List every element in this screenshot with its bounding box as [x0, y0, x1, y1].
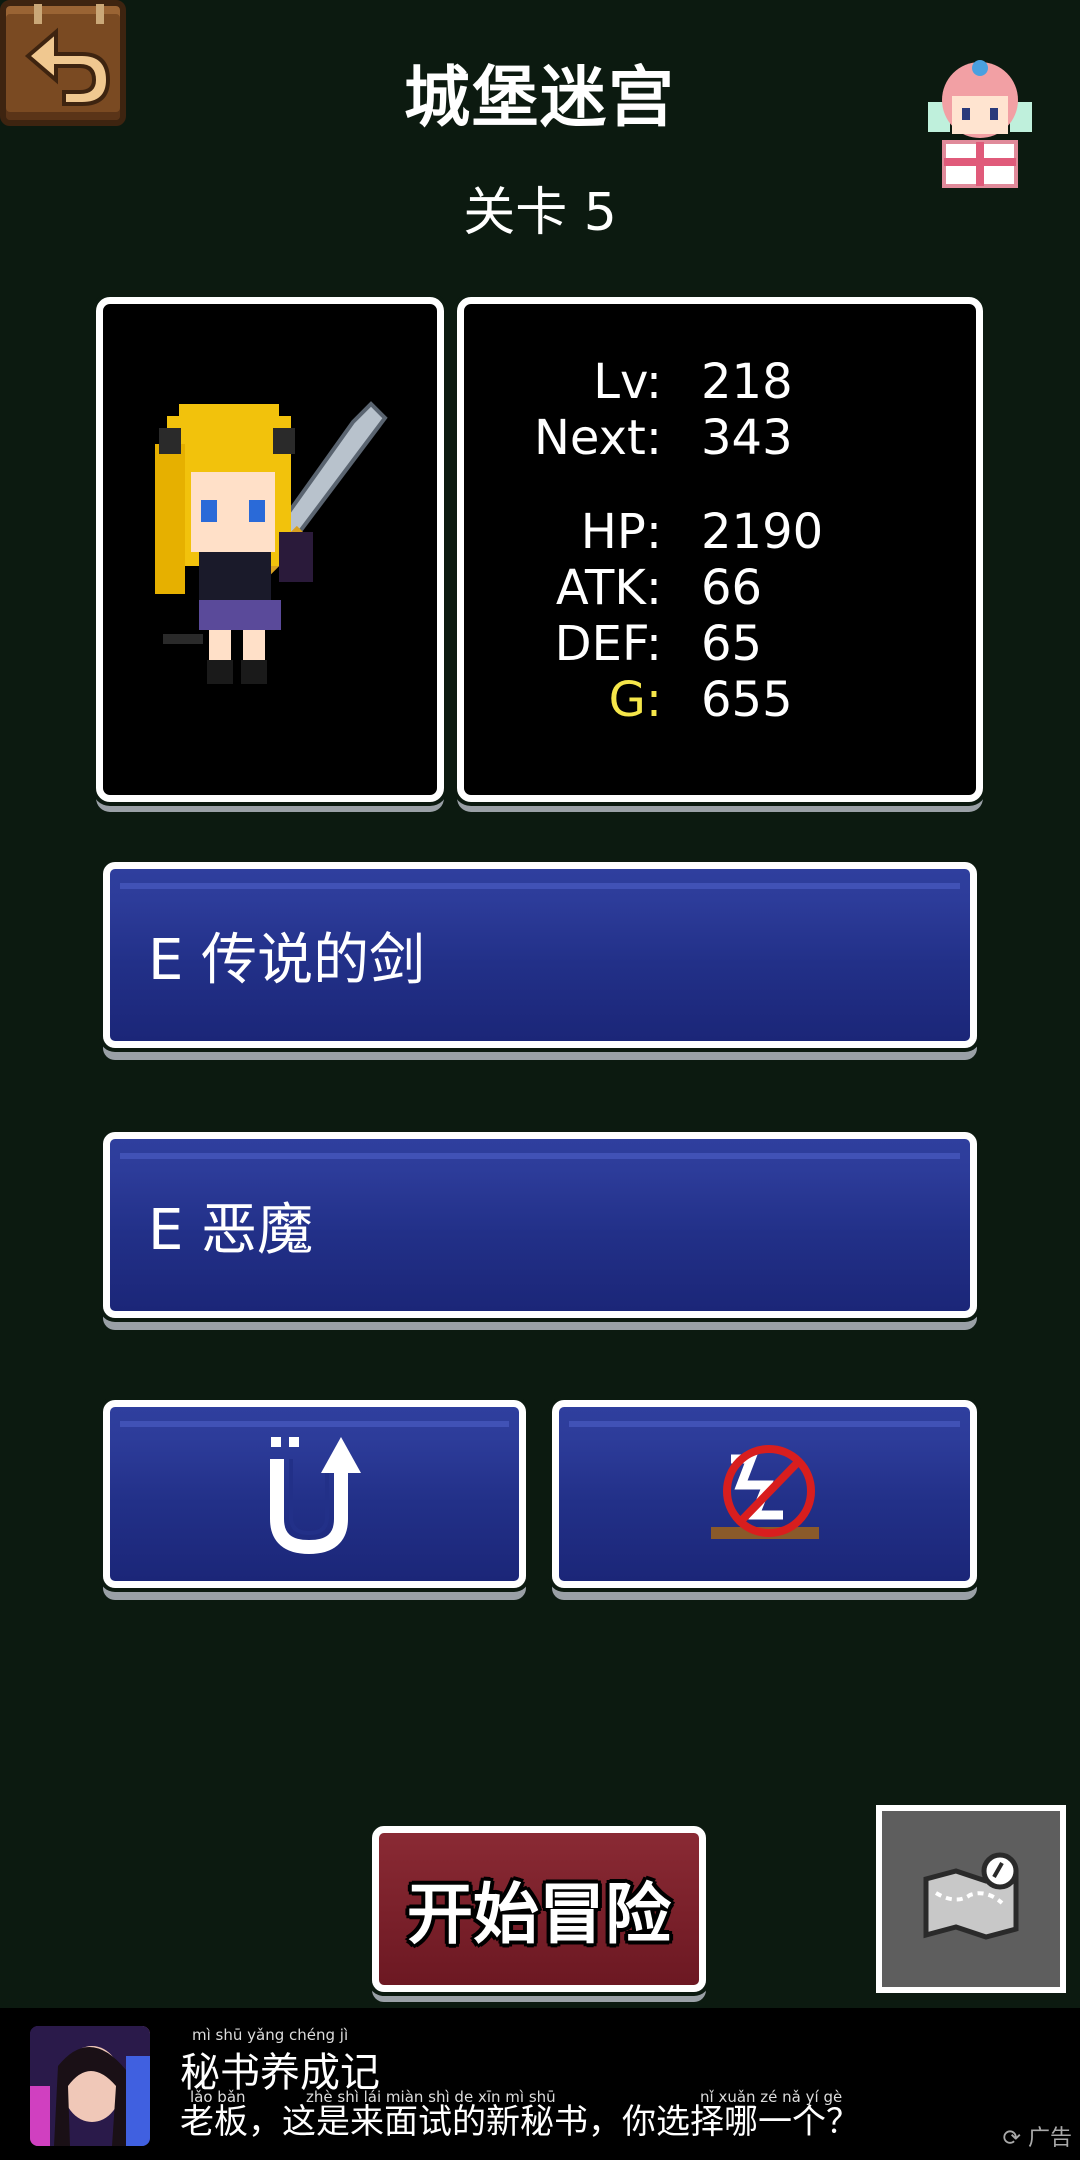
- rope-decoration: [96, 4, 104, 24]
- stat-atk-label: ATK:: [555, 560, 662, 616]
- game-screen: 城堡迷宫 关卡 5 Lv: 218 Next: 343 HP: 2190 ATK…: [0, 0, 1080, 2160]
- armor-slot-button[interactable]: E 恶魔: [103, 1132, 977, 1318]
- retreat-button[interactable]: [103, 1400, 526, 1588]
- ad-icon: ⟳: [1002, 2126, 1028, 2151]
- rope-decoration: [34, 4, 42, 24]
- button-highlight: [120, 1153, 960, 1159]
- stat-def-value: 65: [701, 616, 763, 672]
- map-icon: [923, 1852, 1019, 1940]
- no-stairs-icon: [710, 1445, 819, 1539]
- hero-stats-panel: Lv: 218 Next: 343 HP: 2190 ATK: 66 DEF: …: [457, 297, 983, 802]
- map-button[interactable]: [876, 1805, 1066, 1993]
- ad-avatar: [30, 2026, 150, 2146]
- button-highlight: [569, 1421, 960, 1427]
- stat-atk-value: 66: [701, 560, 763, 616]
- hero-sprite: [155, 401, 388, 684]
- stat-lv-label: Lv:: [593, 354, 662, 410]
- stat-def-label: DEF:: [554, 616, 662, 672]
- weapon-slot-button[interactable]: E 传说的剑: [103, 862, 977, 1048]
- stat-hp-label: HP:: [580, 504, 662, 560]
- armor-label: E 恶魔: [148, 1197, 314, 1263]
- stat-next-label: Next:: [534, 410, 662, 466]
- button-highlight: [120, 883, 960, 889]
- start-adventure-button[interactable]: 开始冒险: [372, 1826, 706, 1992]
- ad-banner[interactable]: mì shū yǎng chéng jì 秘书养成记 lǎo bǎn zhè s…: [0, 2008, 1080, 2160]
- ad-tag: ⟳ 广告: [1003, 2120, 1072, 2152]
- weapon-label: E 传说的剑: [148, 927, 426, 993]
- fairy-gift-icon[interactable]: [920, 52, 1040, 192]
- no-stairs-button[interactable]: [552, 1400, 977, 1588]
- level-label: 关卡 5: [463, 183, 617, 243]
- ad-tag-label: 广告: [1027, 2126, 1072, 2151]
- start-adventure-label: 开始冒险: [407, 1876, 671, 1953]
- ad-subtitle: 老板，这是来面试的新秘书，你选择哪一个？: [180, 2102, 860, 2142]
- hero-portrait-panel: [96, 297, 444, 802]
- page-title: 城堡迷宫: [404, 59, 676, 136]
- button-highlight: [120, 1421, 509, 1427]
- u-turn-icon: [269, 1437, 361, 1555]
- stat-gold-label: G:: [608, 672, 662, 728]
- stat-next-value: 343: [701, 410, 793, 466]
- stat-hp-value: 2190: [701, 504, 824, 560]
- stat-gold-value: 655: [701, 672, 793, 728]
- stat-lv-value: 218: [701, 354, 793, 410]
